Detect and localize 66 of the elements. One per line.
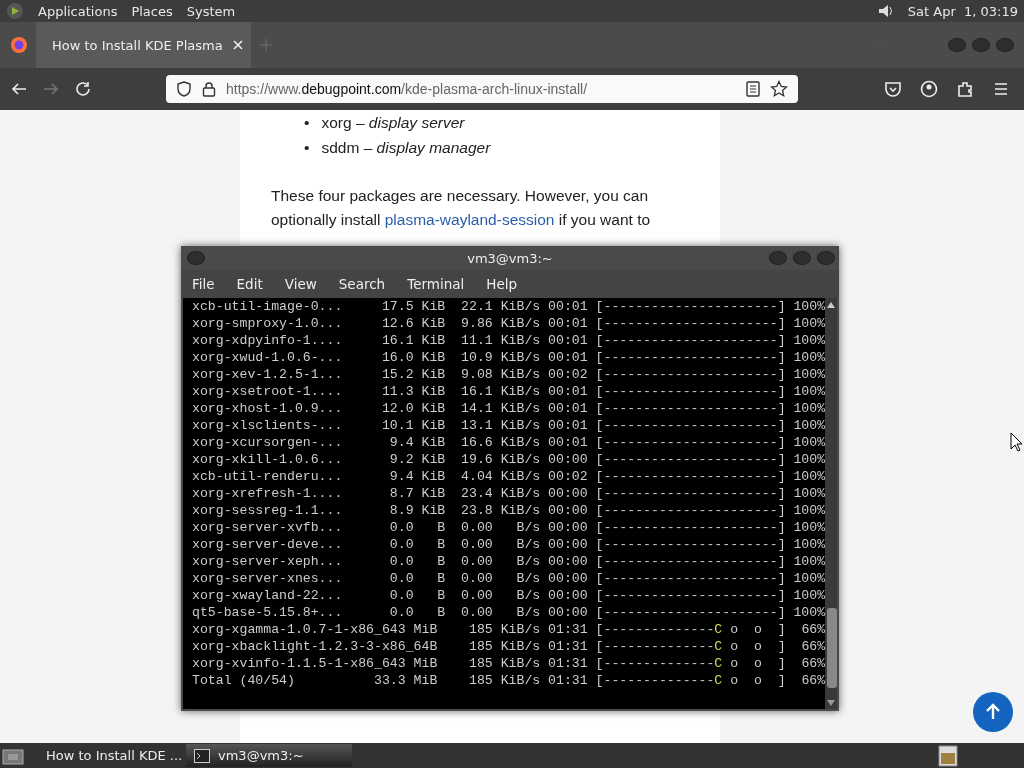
menu-item[interactable]: Search (331, 274, 393, 294)
taskbar-item[interactable]: vm3@vm3:~ (186, 744, 352, 767)
terminal-line: xorg-smproxy-1.0... 12.6 KiB 9.86 KiB/s 00:01 [----------------------] 100% (192, 315, 826, 332)
terminal-line: xorg-xwud-1.0.6-... 16.0 KiB 10.9 KiB/s 00:01 [----------------------] 100% (192, 349, 826, 366)
terminal-line: xorg-server-deve... 0.0 B 0.00 B/s 00:00 [----------------------] 100% (192, 536, 826, 553)
terminal-line: xorg-xsetroot-1.... 11.3 KiB 16.1 KiB/s 00:01 [----------------------] 100% (192, 383, 826, 400)
terminal-line: xorg-server-xvfb... 0.0 B 0.00 B/s 00:00 [----------------------] 100% (192, 519, 826, 536)
terminal-line: xorg-server-xeph... 0.0 B 0.00 B/s 00:00 [----------------------] 100% (192, 553, 826, 570)
lock-icon (202, 81, 216, 97)
terminal-line: xorg-xbacklight-1.2.3-3-x86_64B 185 KiB/s 01:31 [--------------C o o ] 66% (192, 638, 826, 655)
terminal-line: xcb-util-renderu... 9.4 KiB 4.04 KiB/s 00:02 [----------------------] 100% (192, 468, 826, 485)
terminal-line: xorg-xrefresh-1.... 8.7 KiB 23.4 KiB/s 00:00 [----------------------] 100% (192, 485, 826, 502)
list-item: xorg – display server (321, 113, 465, 133)
extensions-icon[interactable] (956, 80, 974, 98)
window-title: vm3@vm3:~ (467, 250, 553, 266)
terminal-line: xorg-xhost-1.0.9... 12.0 KiB 14.1 KiB/s 00:01 [----------------------] 100% (192, 400, 826, 417)
distro-logo-icon[interactable] (6, 2, 24, 20)
terminal-line: xorg-xlsclients-... 10.1 KiB 13.1 KiB/s 00:01 [----------------------] 100% (192, 417, 826, 434)
panel-menu[interactable]: System (186, 3, 236, 19)
notes-icon[interactable] (938, 745, 958, 767)
paragraph: These four packages are necessary. However, you can optionally install plasma-wayland-session if you want to (271, 186, 652, 230)
menu-item[interactable]: View (277, 274, 324, 294)
link[interactable]: plasma-wayland-session (384, 211, 555, 228)
terminal-line: xorg-xdpyinfo-1.... 16.1 KiB 11.1 KiB/s 00:01 [----------------------] 100% (192, 332, 826, 349)
terminal-line: xorg-xwayland-22... 0.0 B 0.00 B/s 00:00 [----------------------] 100% (192, 587, 826, 604)
star-icon[interactable] (770, 80, 788, 98)
menu-item[interactable]: Edit (229, 274, 270, 294)
terminal-line: xorg-server-xnes... 0.0 B 0.00 B/s 00:00 [----------------------] 100% (192, 570, 826, 587)
scroll-up-icon[interactable] (826, 301, 837, 309)
menu-item[interactable]: Help (479, 274, 525, 294)
menu-item[interactable]: Terminal (400, 274, 472, 294)
scrollbar[interactable] (825, 298, 837, 709)
scrollbar-thumb[interactable] (827, 608, 838, 688)
list-item: sddm – display manager (321, 138, 491, 158)
menu-icon[interactable] (992, 80, 1010, 98)
firefox-icon[interactable] (10, 36, 28, 54)
browser-tab[interactable]: How to Install KDE Plasma (36, 22, 251, 68)
reload-icon[interactable] (74, 80, 92, 98)
arrow-up-icon (984, 703, 1002, 721)
terminal-line: xorg-sessreg-1.1... 8.9 KiB 23.8 KiB/s 00:00 [----------------------] 100% (192, 502, 826, 519)
terminal-line: xorg-xcursorgen-... 9.4 KiB 16.6 KiB/s 00:01 [----------------------] 100% (192, 434, 826, 451)
bullet: • (304, 113, 310, 133)
clock[interactable]: Sat Apr 1, 03:19 (907, 3, 1018, 19)
terminal-line: xorg-xvinfo-1.1.5-1-x86_643 MiB 185 KiB/s 01:31 [--------------C o o ] 66% (192, 655, 826, 672)
scroll-to-top-button[interactable] (973, 692, 1013, 732)
show-desktop-icon[interactable] (2, 746, 24, 765)
shield-icon (176, 81, 192, 97)
reader-view-icon[interactable] (746, 81, 760, 97)
taskbar-item[interactable]: How to Install KDE ... (30, 744, 180, 767)
terminal-icon (194, 748, 210, 763)
account-icon[interactable] (920, 80, 938, 98)
close-icon (232, 40, 243, 50)
url-field[interactable]: https://www.debugpoint.com/kde-plasma-arch-linux-install/ (166, 75, 798, 103)
close-tab-button[interactable] (230, 40, 245, 50)
terminal-line: Total (40/54) 33.3 MiB 185 KiB/s 01:31 [--------------C o o ] 66% (192, 672, 826, 689)
panel-menu[interactable]: Places (131, 3, 173, 19)
terminal-line: xcb-util-image-0... 17.5 KiB 22.1 KiB/s 00:01 [----------------------] 100% (192, 298, 826, 315)
terminal-line: qt5-base-5.15.8+... 0.0 B 0.00 B/s 00:00 [----------------------] 100% (192, 604, 826, 621)
terminal-line: xorg-xev-1.2.5-1... 15.2 KiB 9.08 KiB/s 00:02 [----------------------] 100% (192, 366, 826, 383)
pocket-icon[interactable] (884, 80, 902, 98)
menu-item[interactable]: File (185, 274, 222, 294)
terminal-line: xorg-xgamma-1.0.7-1-x86_643 MiB 185 KiB/s 01:31 [--------------C o o ] 66% (192, 621, 826, 638)
scroll-down-icon[interactable] (826, 699, 837, 707)
terminal-line: xorg-xkill-1.0.6... 9.2 KiB 19.6 KiB/s 00:00 [----------------------] 100% (192, 451, 826, 468)
panel-menu[interactable]: Applications (38, 3, 118, 19)
bullet: • (304, 138, 310, 158)
